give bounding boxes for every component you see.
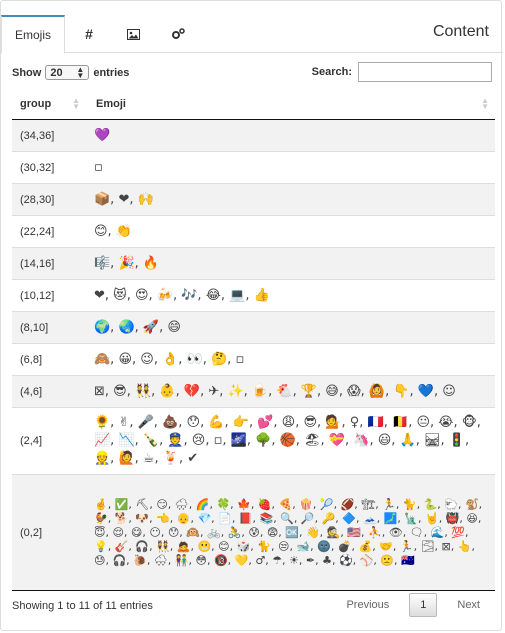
table-row: (22,24] 😊, 👏 [12,215,495,248]
emoji-cell: 🙈, 😀, 😉, 👌, 👀, 🤔, ▫ [86,343,495,376]
group-cell: (14,16] [12,247,86,280]
show-label: Show [12,66,42,79]
emoji-cell: 📦, ❤, 🙌 [86,183,495,216]
group-cell: (8,10] [12,311,86,344]
table-footer: Showing 1 to 11 of 11 entries Previous 1… [12,593,492,621]
table-row: (30,32] ▫ [12,151,495,184]
sort-icon: ▲ ▼ [72,96,80,111]
table-row: (4,6] ⊠, 😎, 👯, 👶, 💔, ✈, ✨, 🍺, 🐔, 🏆, 😅, 😱,… [12,375,495,408]
pagination: Previous 1 Next [334,593,492,617]
entries-length: Show 20 ▲ ▼ entries [12,65,129,80]
image-icon [126,28,140,40]
emoji-cell: 🌻, ✌, 🎤, 💩, 😯, 💪, 👉, 💕, 😩, 😎, 💁, ♀, 🇫🇷, … [86,407,495,475]
entries-value: 20 [50,66,63,79]
entries-label: entries [93,66,130,79]
hash-icon: # [85,26,93,42]
emoji-cell: 💜 [86,119,495,152]
page-1-button[interactable]: 1 [409,593,438,617]
table-row: (6,8] 🙈, 😀, 😉, 👌, 👀, 🤔, ▫ [12,343,495,376]
group-column-header[interactable]: group ▲ ▼ [12,89,86,120]
group-cell: (34,36] [12,119,86,152]
emoji-cell: ▫ [86,151,495,184]
table-controls: Show 20 ▲ ▼ entries Search: [12,62,492,84]
content-panel: Emojis # Content Show 20 ▲ ▼ entries Searc… [0,0,503,631]
search-label: Search: [311,66,352,78]
emoji-cell: ❤, 😻, 😍, 🍻, 🎶, 😂, 💻, 👍 [86,279,495,312]
table-row: (34,36] 💜 [12,119,495,152]
group-cell: (4,6] [12,375,86,408]
gears-icon [171,28,185,39]
table-info: Showing 1 to 11 of 11 entries [12,600,153,612]
group-cell: (10,12] [12,279,86,312]
group-cell: (0,2] [12,474,86,591]
tab-emojis[interactable]: Emojis [1,15,65,54]
emoji-cell: 🤞, ✅, ⛏, 😏, 🌧, 🌈, 🍀, 🍁, 🍓, 🍕, 🍿, 🎾, 🏈, 🏗… [86,474,495,591]
table-row: (0,2] 🤞, ✅, ⛏, 😏, 🌧, 🌈, 🍀, 🍁, 🍓, 🍕, 🍿, 🎾,… [12,474,495,591]
tab-emojis-label: Emojis [14,28,51,42]
table-row: (2,4] 🌻, ✌, 🎤, 💩, 😯, 💪, 👉, 💕, 😩, 😎, 💁, ♀,… [12,407,495,475]
tab-hashtags[interactable]: # [77,15,101,53]
emoji-table: group ▲ ▼ Emoji ▲ ▼ (34,36] 💜 (30,32] ▫ (28,30… [12,89,495,591]
group-cell: (22,24] [12,215,86,248]
emoji-cell: 😊, 👏 [86,215,495,248]
emoji-cell: 🎼, 🎉, 🔥 [86,247,495,280]
tab-settings[interactable] [165,15,191,53]
tab-bar: Emojis # Content [1,1,503,54]
table-header-row: group ▲ ▼ Emoji ▲ ▼ [12,89,495,120]
content-title: Content [432,23,489,40]
table-row: (8,10] 🌍, 🌏, 🚀, 😄 [12,311,495,344]
group-cell: (2,4] [12,407,86,475]
group-cell: (28,30] [12,183,86,216]
sort-icon: ▲ ▼ [481,96,489,111]
search-input[interactable] [358,62,492,82]
previous-button[interactable]: Previous [334,593,401,617]
group-cell: (30,32] [12,151,86,184]
table-row: (28,30] 📦, ❤, 🙌 [12,183,495,216]
emoji-cell: ⊠, 😎, 👯, 👶, 💔, ✈, ✨, 🍺, 🐔, 🏆, 😅, 😱, 🙆, 👇… [86,375,495,408]
search-area: Search: [312,62,492,82]
table-row: (14,16] 🎼, 🎉, 🔥 [12,247,495,280]
emoji-cell: 🌍, 🌏, 🚀, 😄 [86,311,495,344]
tab-images[interactable] [121,15,145,53]
emoji-column-header[interactable]: Emoji ▲ ▼ [86,89,495,120]
group-cell: (6,8] [12,343,86,376]
entries-select[interactable]: 20 ▲ ▼ [45,64,90,80]
next-button[interactable]: Next [445,593,492,617]
table-row: (10,12] ❤, 😻, 😍, 🍻, 🎶, 😂, 💻, 👍 [12,279,495,312]
select-arrows-icon: ▲ ▼ [76,64,85,80]
